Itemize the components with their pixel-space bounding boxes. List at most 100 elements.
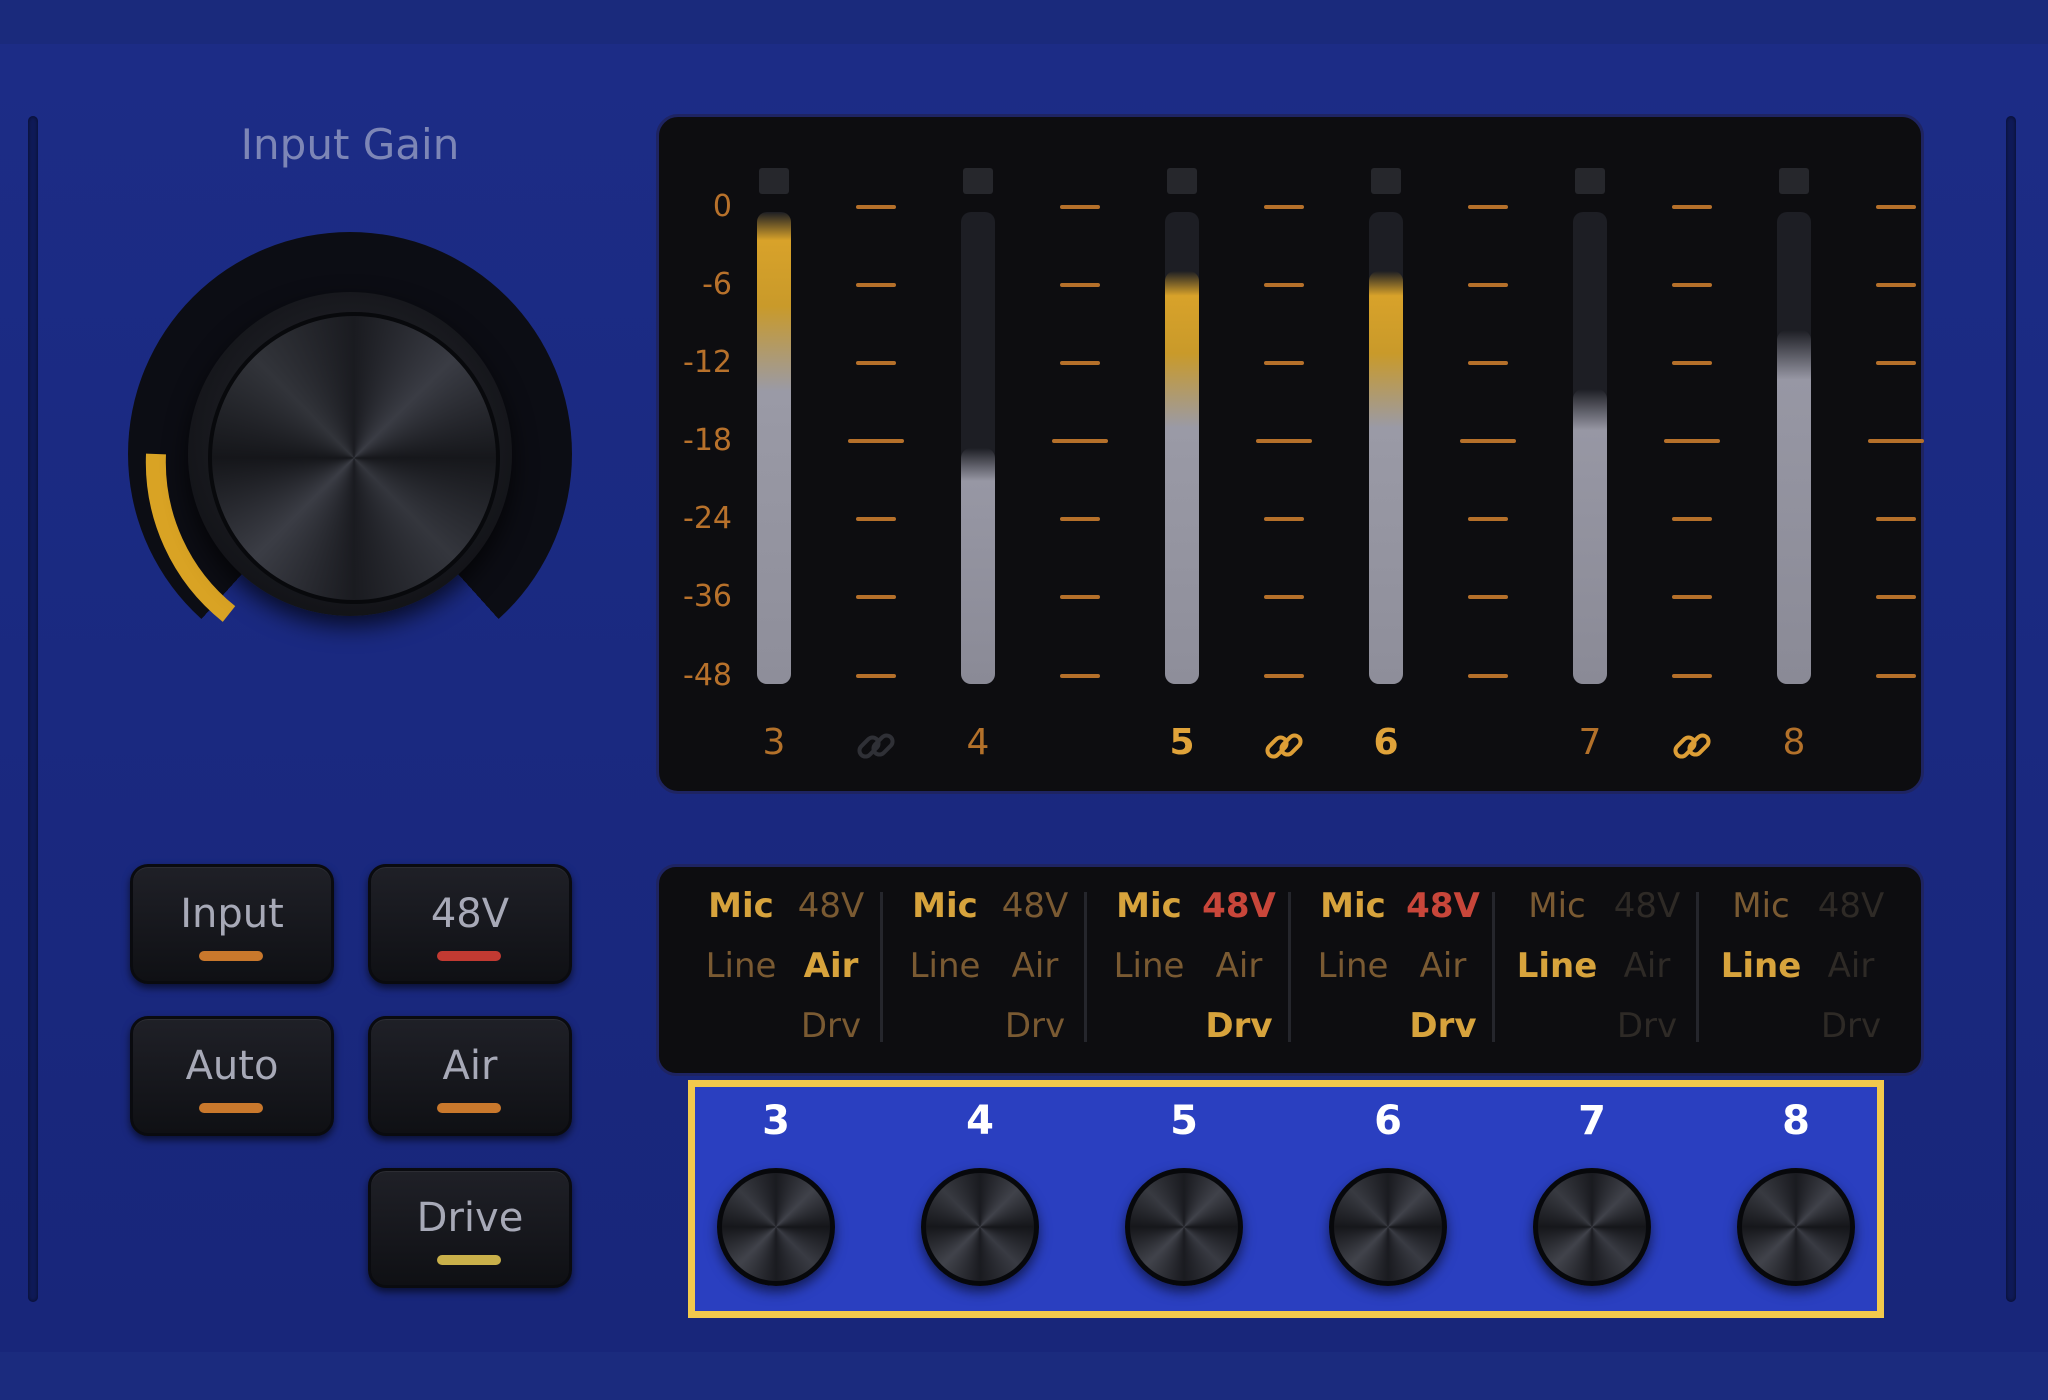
meter-tick xyxy=(1460,439,1516,443)
mode-line-ch7[interactable]: Line xyxy=(1512,946,1602,986)
mode-drv-ch4[interactable]: Drv xyxy=(990,1006,1080,1046)
channel-knob-number: 8 xyxy=(1782,1098,1810,1144)
meter-tick xyxy=(1468,517,1508,521)
mode-mic-ch7[interactable]: Mic xyxy=(1512,886,1602,926)
mode-drv-ch3[interactable]: Drv xyxy=(786,1006,876,1046)
meter-scale-label: -48 xyxy=(683,658,732,693)
input-button-label: Input xyxy=(180,891,284,937)
meter-tick xyxy=(1672,361,1712,365)
mode-mic-ch6[interactable]: Mic xyxy=(1308,886,1398,926)
mode-air-ch8[interactable]: Air xyxy=(1806,946,1896,986)
meter-tick xyxy=(1672,283,1712,287)
mode-air-ch4[interactable]: Air xyxy=(990,946,1080,986)
meter-tick xyxy=(1264,595,1304,599)
drive-button[interactable]: Drive xyxy=(368,1168,572,1288)
meter-scale-label: 0 xyxy=(712,189,732,224)
48v-button[interactable]: 48V xyxy=(368,864,572,984)
meter-tick xyxy=(856,361,896,365)
mode-drv-ch8[interactable]: Drv xyxy=(1806,1006,1896,1046)
meter-channel-number: 5 xyxy=(1169,722,1195,763)
mode-air-ch7[interactable]: Air xyxy=(1602,946,1692,986)
drive-button-label: Drive xyxy=(416,1195,524,1241)
channel-4-gain-knob[interactable] xyxy=(921,1168,1039,1286)
input-gain-title: Input Gain xyxy=(240,120,460,169)
channel-6-gain-knob[interactable] xyxy=(1329,1168,1447,1286)
meter-tick xyxy=(1876,361,1916,365)
mode-48v-ch6[interactable]: 48V xyxy=(1398,886,1488,926)
meter-channel-number: 6 xyxy=(1373,722,1399,763)
channel-5-gain-knob[interactable] xyxy=(1125,1168,1243,1286)
mode-line-ch3[interactable]: Line xyxy=(696,946,786,986)
meter-bar-ch3 xyxy=(757,212,791,684)
mode-line-ch6[interactable]: Line xyxy=(1308,946,1398,986)
peak-indicator xyxy=(1779,168,1809,194)
mode-48v-ch5[interactable]: 48V xyxy=(1194,886,1284,926)
peak-indicator xyxy=(1371,168,1401,194)
meter-tick xyxy=(1876,517,1916,521)
mode-line-ch8[interactable]: Line xyxy=(1716,946,1806,986)
meter-tick xyxy=(1672,674,1712,678)
peak-indicator xyxy=(963,168,993,194)
meter-tick xyxy=(1876,283,1916,287)
mode-air-ch5[interactable]: Air xyxy=(1194,946,1284,986)
mode-line-ch4[interactable]: Line xyxy=(900,946,990,986)
auto-button[interactable]: Auto xyxy=(130,1016,334,1136)
mode-air-ch6[interactable]: Air xyxy=(1398,946,1488,986)
mode-48v-ch8[interactable]: 48V xyxy=(1806,886,1896,926)
meter-tick xyxy=(848,439,904,443)
input-gain-knob-cap[interactable] xyxy=(208,312,500,604)
mode-drv-ch7[interactable]: Drv xyxy=(1602,1006,1692,1046)
mode-column-divider xyxy=(1492,892,1495,1042)
meter-tick xyxy=(856,283,896,287)
meter-tick xyxy=(1264,283,1304,287)
channel-8-gain-knob[interactable] xyxy=(1737,1168,1855,1286)
meter-scale-label: -36 xyxy=(683,579,732,614)
mode-line-ch5[interactable]: Line xyxy=(1104,946,1194,986)
48v-led xyxy=(437,951,501,961)
meter-tick xyxy=(1468,361,1508,365)
air-button[interactable]: Air xyxy=(368,1016,572,1136)
channel-gain-knobs-highlight xyxy=(688,1080,1884,1318)
mode-48v-ch3[interactable]: 48V xyxy=(786,886,876,926)
peak-indicator xyxy=(1575,168,1605,194)
meter-channel-number: 7 xyxy=(1578,722,1602,763)
link-5-6-icon[interactable] xyxy=(1262,724,1306,768)
channel-3-gain-knob[interactable] xyxy=(717,1168,835,1286)
meter-tick xyxy=(1060,361,1100,365)
mode-mic-ch3[interactable]: Mic xyxy=(696,886,786,926)
drive-led xyxy=(437,1255,501,1265)
input-button[interactable]: Input xyxy=(130,864,334,984)
channel-knob-number: 5 xyxy=(1170,1098,1198,1144)
meter-bar-ch4 xyxy=(961,448,995,684)
mode-48v-ch7[interactable]: 48V xyxy=(1602,886,1692,926)
mode-mic-ch8[interactable]: Mic xyxy=(1716,886,1806,926)
meter-tick xyxy=(1060,674,1100,678)
channel-knob-number: 4 xyxy=(966,1098,994,1144)
meter-tick xyxy=(1052,439,1108,443)
mode-mic-ch5[interactable]: Mic xyxy=(1104,886,1194,926)
top-strip xyxy=(0,0,2048,44)
mode-drv-ch5[interactable]: Drv xyxy=(1194,1006,1284,1046)
link-7-8-icon[interactable] xyxy=(1670,724,1714,768)
auto-led xyxy=(199,1103,263,1113)
meter-tick xyxy=(1060,595,1100,599)
mode-mic-ch4[interactable]: Mic xyxy=(900,886,990,926)
mode-air-ch3[interactable]: Air xyxy=(786,946,876,986)
meter-tick xyxy=(1672,595,1712,599)
meter-tick xyxy=(1060,517,1100,521)
meter-tick xyxy=(1876,205,1916,209)
meter-tick xyxy=(1468,674,1508,678)
meter-channel-number: 4 xyxy=(966,722,990,763)
level-meter-panel xyxy=(656,114,1924,794)
link-3-4-icon[interactable] xyxy=(854,724,898,768)
mode-drv-ch6[interactable]: Drv xyxy=(1398,1006,1488,1046)
meter-tick xyxy=(1264,674,1304,678)
meter-tick xyxy=(856,517,896,521)
meter-tick xyxy=(1468,205,1508,209)
meter-tick xyxy=(1672,205,1712,209)
mode-48v-ch4[interactable]: 48V xyxy=(990,886,1080,926)
channel-7-gain-knob[interactable] xyxy=(1533,1168,1651,1286)
meter-tick xyxy=(856,205,896,209)
meter-scale-label: -6 xyxy=(702,267,732,302)
auto-button-label: Auto xyxy=(185,1043,279,1089)
